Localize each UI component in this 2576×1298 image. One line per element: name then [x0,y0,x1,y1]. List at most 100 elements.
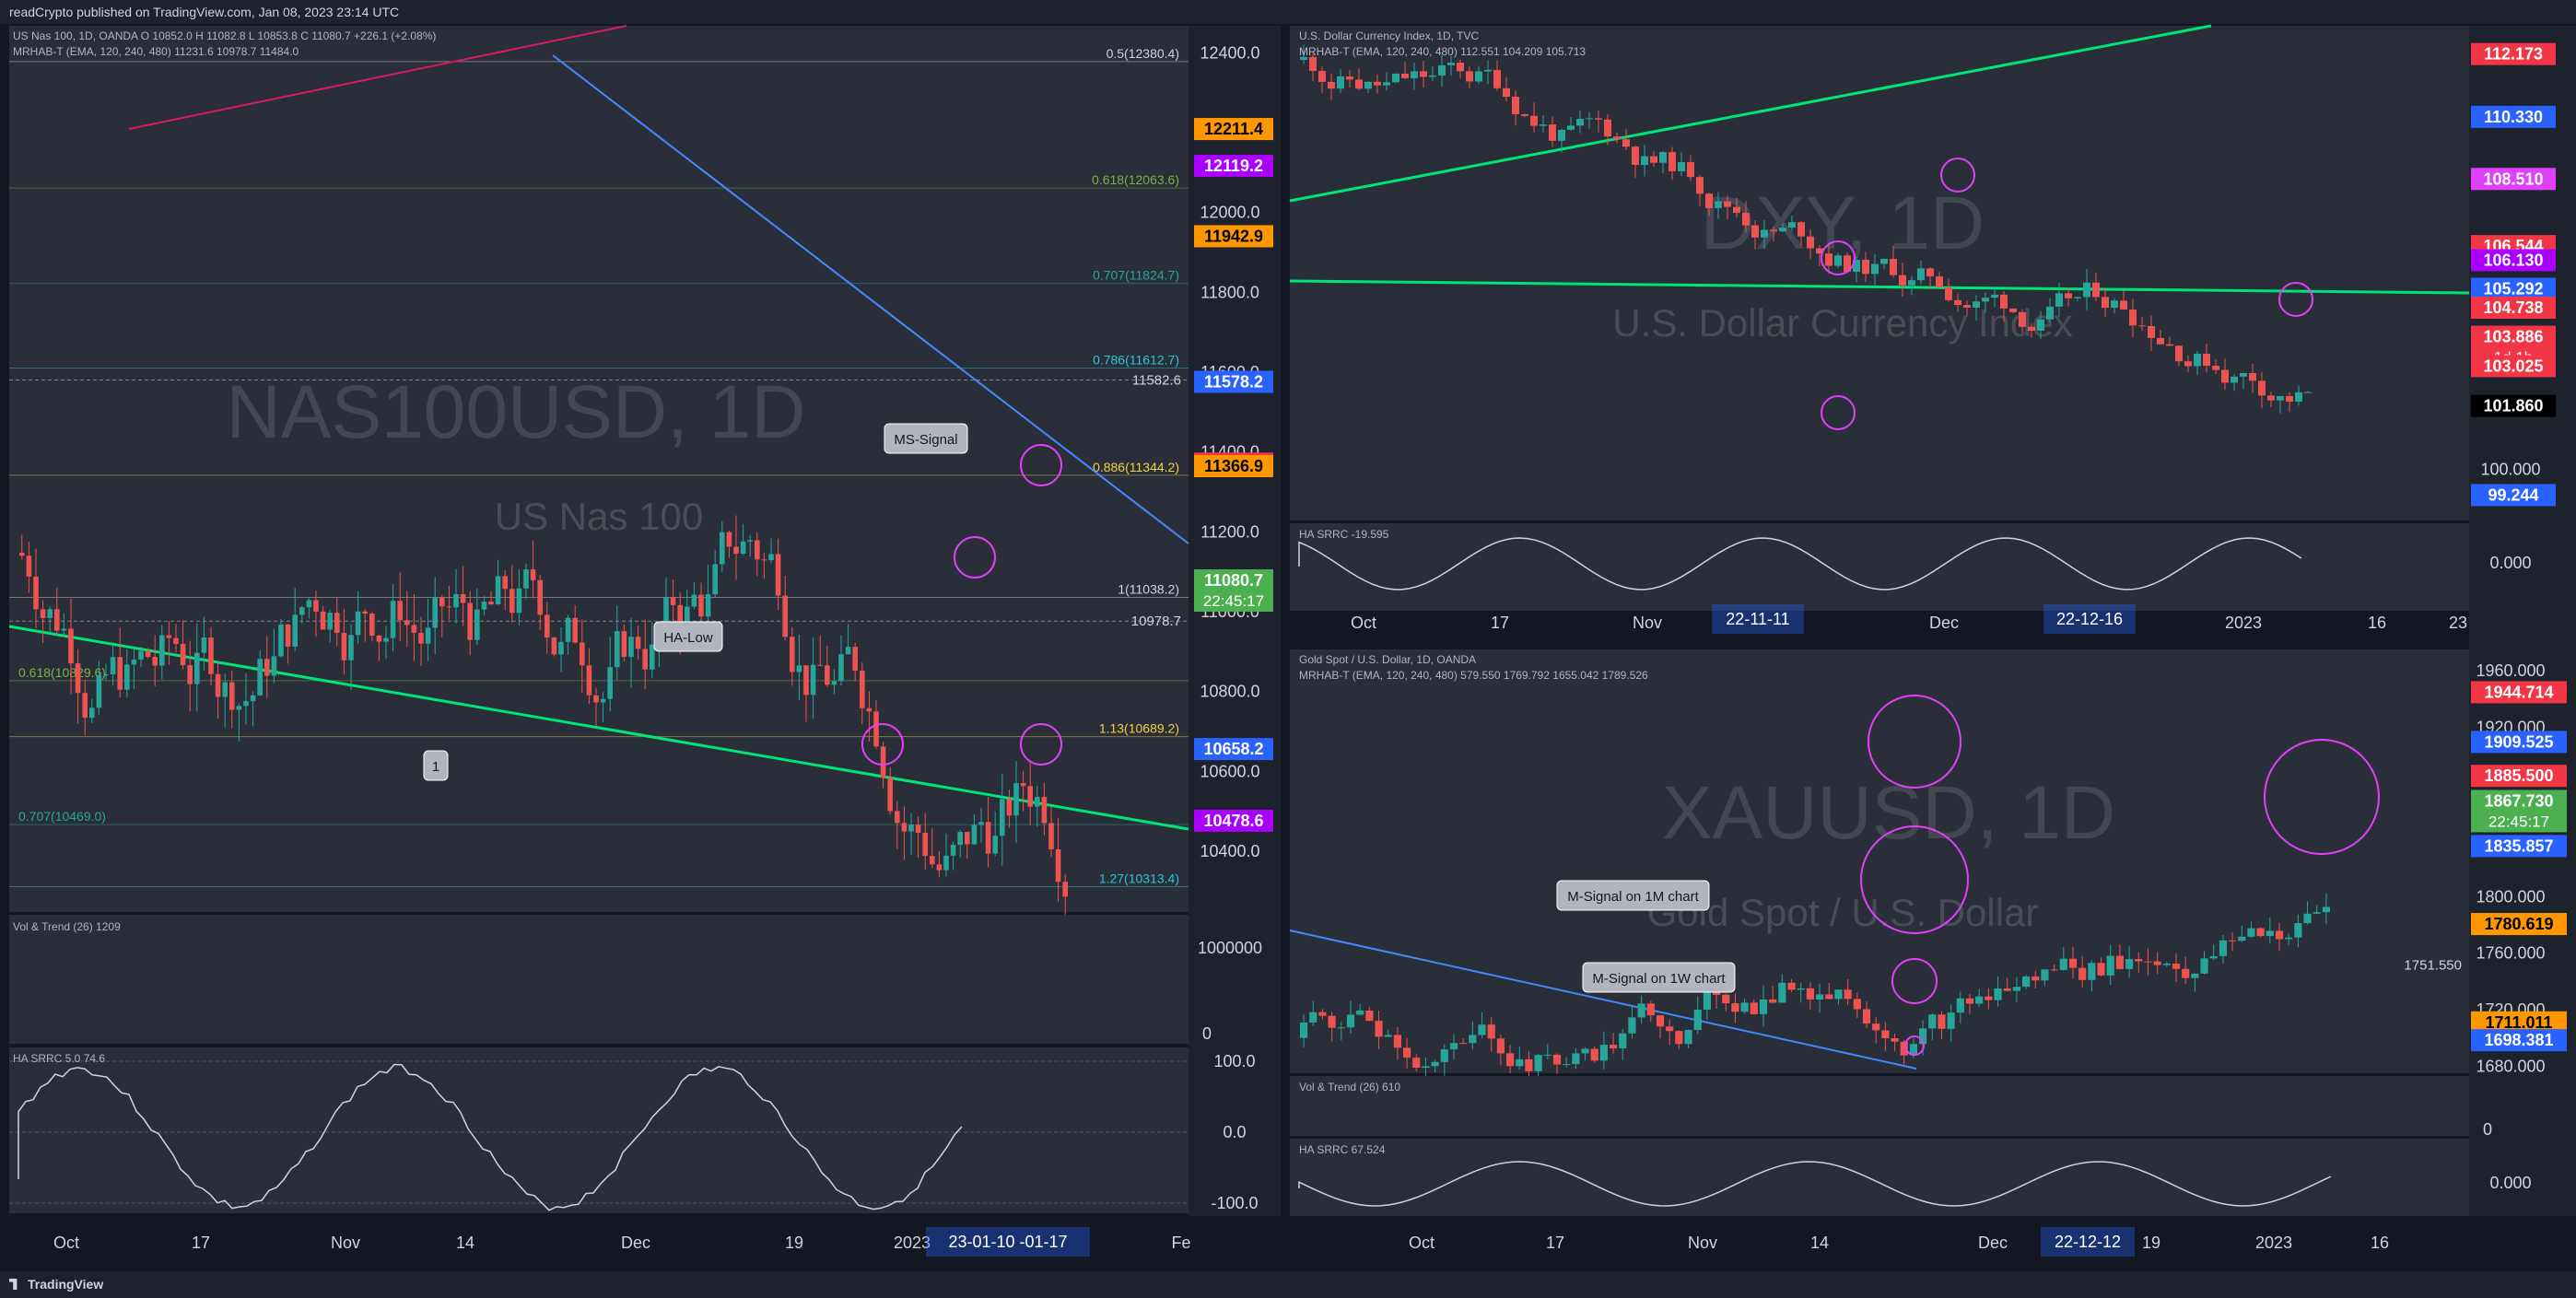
nas-candle-body [971,824,978,845]
nas-candle-body [908,824,914,832]
dxy-badge-text: 105.292 [2483,279,2543,298]
gold-candle-body [2088,963,2096,980]
nas-candle-body [586,665,592,696]
nas-srrc-pane [9,1047,1188,1213]
nas-candle-body [75,663,81,694]
dxy-candle-body [1936,276,1943,287]
nas-candle-body [720,532,725,565]
nas-badge-text: 12119.2 [1204,157,1263,175]
dxy-candle-body [2120,300,2127,310]
gold-candle-body [1534,1055,1542,1071]
gold-time-tick: 19 [2142,1234,2160,1252]
dxy-badge-text: 112.173 [2484,45,2543,64]
nas-candle-body [600,698,606,703]
chart-canvas[interactable]: 12400.012200.012000.011800.011600.011400… [0,0,2576,1298]
nas-candle-body [936,864,943,871]
dxy-candle-body [1917,268,1925,281]
gold-vol-axis: 0 [2483,1120,2492,1139]
gold-candle-body [2294,923,2302,938]
dxy-badge-text: 101.860 [2483,397,2543,415]
dxy-badge-text: 103.025 [2483,357,2543,375]
nas-legend-main: US Nas 100, 1D, OANDA O 10852.0 H 11082.… [13,29,436,42]
dxy-candle-body [1751,225,1759,238]
nas-badge-text: 11942.9 [1204,227,1263,245]
dxy-candle-body [1521,113,1528,116]
gold-badge-text: 1780.619 [2484,915,2553,933]
dxy-candle-body [1512,97,1519,114]
gold-candle-body [1337,1027,1345,1029]
nas-candle-body [1062,882,1068,897]
gold-candle-body [1478,1024,1486,1035]
dxy-candle-body [1622,139,1630,147]
gold-srrc-axis: 0.000 [2489,1174,2531,1192]
dxy-time-tick: Oct [1351,614,1376,632]
gold-candle-body [1637,1003,1645,1018]
nas-candle-body [831,681,837,685]
dxy-candle-body [1650,156,1657,163]
nas-vol-axis: 0 [1202,1024,1212,1043]
gold-candle-body [1928,1014,1937,1029]
gold-candle-body [1487,1024,1495,1039]
dxy-candle-body [1899,275,1906,286]
nas-candle-body [194,652,200,684]
dxy-candle-body [1963,305,1971,308]
nas-candle-body [159,635,165,666]
dxy-badge-text: 110.330 [2484,108,2543,126]
nas-time-tick: 2023 [894,1234,931,1252]
dxy-candle-body [1807,236,1814,249]
gold-legend-main: Gold Spot / U.S. Dollar, 1D, OANDA [1299,653,1476,666]
gold-candle-body [2219,940,2227,956]
gold-candle-body [1900,1041,1908,1056]
dxy-candle-body [1503,88,1510,98]
nas-candle-body [313,600,319,612]
gold-candle-body [1496,1038,1505,1054]
nas-candle-body [474,609,480,640]
nas-candle-body [901,823,907,832]
dxy-candle-body [1457,63,1464,72]
nas-candle-body [1020,783,1026,787]
gold-time-tick: Dec [1978,1234,2008,1252]
nas-candle-body [152,657,158,666]
dxy-srrc-label: HA SRRC -19.595 [1299,528,1389,541]
dxy-candle-body [1797,222,1805,237]
gold-candle-body [2068,958,2078,968]
dxy-candle-body [1383,82,1390,86]
nas-candle-body [698,594,704,617]
nas-axis-tick: 11800.0 [1200,283,1259,301]
nas-candle-body [362,611,368,614]
gold-time-tick: 2023 [2255,1234,2292,1252]
nas-vol-pane [9,915,1188,1044]
dxy-price-pane [1290,26,2469,520]
nas-candle-body [320,611,326,630]
gold-candle-body [1722,994,1730,1004]
nas-candle-body [537,579,543,615]
nas-candle-body [19,553,25,556]
nas-candle-body [705,594,711,617]
dxy-candle-body [2046,306,2054,320]
gold-time-tick: Nov [1688,1234,1717,1252]
gold-badge-text: 1698.381 [2484,1031,2553,1049]
nas-candle-body [565,617,571,642]
gold-candle-body [1506,1053,1515,1067]
dxy-candle-body [1493,69,1501,88]
nas-candle-body [930,856,935,865]
dxy-candle-body [1871,263,1879,275]
gold-time-badge: 22-12-12 [2055,1233,2121,1251]
nas-ha-low-label: HA-Low [663,630,713,646]
gold-candle-body [1563,1064,1571,1066]
gold-candle-body [1834,989,1843,1000]
gold-axis-tick: 1960.000 [2476,661,2545,680]
dxy-candle-body [2028,326,2035,331]
gold-candle-body [1881,1030,1890,1039]
nas-candle-body [523,569,529,589]
nas-candle-body [82,693,88,719]
gold-candle-body [1975,996,1984,1004]
dxy-candle-body [1982,298,1989,302]
gold-candle-body [2256,928,2265,937]
nas-candle-body [775,554,781,596]
nas-candle-body [887,778,893,812]
nas-candle-body [215,673,221,697]
gold-candle-body [2012,987,2020,991]
nas-candle-body [670,597,676,605]
dxy-candle-body [2184,361,2192,367]
